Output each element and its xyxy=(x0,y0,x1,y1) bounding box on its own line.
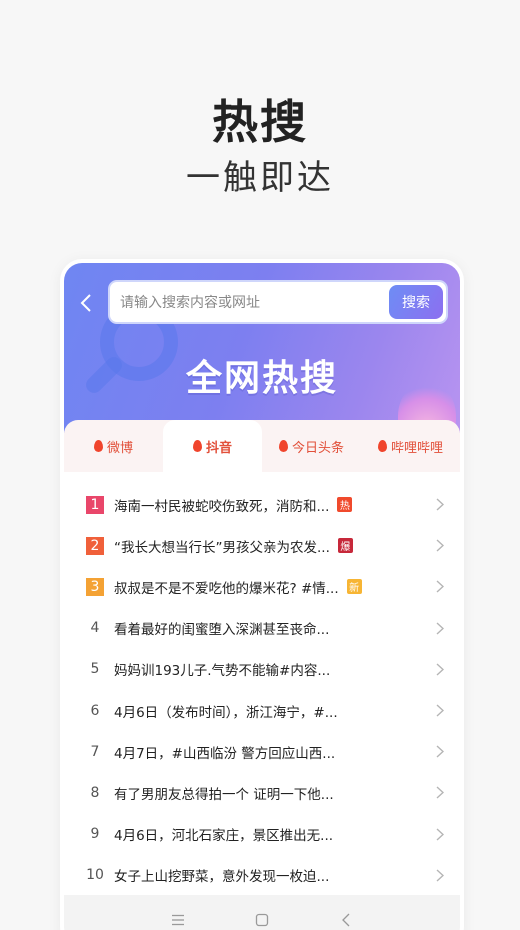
list-item[interactable]: 1 海南一村民被蛇咬伤致死，消防和... 热 xyxy=(64,484,460,525)
hero-subtitle: 一触即达 xyxy=(186,158,334,198)
fire-icon xyxy=(192,440,202,452)
list-item[interactable]: 8 有了男朋友总得拍一个 证明一下他... xyxy=(64,772,460,813)
chevron-right-icon xyxy=(436,869,444,882)
back-icon xyxy=(342,913,350,927)
item-title: “我长大想当行长”男孩父亲为农发... xyxy=(114,539,330,556)
item-title: 有了男朋友总得拍一个 证明一下他... xyxy=(114,786,334,803)
list-item[interactable]: 10 女子上山挖野菜，意外发现一枚迫... xyxy=(64,855,460,896)
list-item[interactable]: 5 妈妈训193儿子.气势不能输#内容... xyxy=(64,649,460,690)
chevron-right-icon xyxy=(436,539,444,552)
hero-title: 热搜 xyxy=(212,95,308,149)
fire-icon xyxy=(377,440,387,452)
system-nav-bar xyxy=(64,895,460,930)
item-title: 4月7日，#山西临汾 警方回应山西... xyxy=(114,745,336,762)
chevron-right-icon xyxy=(436,580,444,593)
rank-number: 2 xyxy=(86,536,104,555)
rank-number: 3 xyxy=(86,577,104,596)
phone-frame: 搜索 全网热搜 微博 抖音 今日头条 哔哩哔哩 1 海南一村民被蛇咬伤致死，消防… xyxy=(60,259,464,930)
chevron-right-icon xyxy=(436,663,444,676)
search-input[interactable] xyxy=(120,292,380,314)
rank-number: 9 xyxy=(90,826,100,843)
item-title: 4月6日（发布时间），浙江海宁，#... xyxy=(114,704,338,721)
menu-icon xyxy=(172,914,184,926)
search-bar: 搜索 xyxy=(108,280,448,324)
chevron-left-icon xyxy=(80,294,91,312)
source-tabs: 微博 抖音 今日头条 哔哩哔哩 xyxy=(64,420,460,472)
list-item[interactable]: 3 叔叔是不是不爱吃他的爆米花? #情... 新 xyxy=(64,566,460,607)
tab-label: 今日头条 xyxy=(291,440,344,456)
tab-bilibili[interactable]: 哔哩哔哩 xyxy=(361,420,460,472)
list-item[interactable]: 2 “我长大想当行长”男孩父亲为农发... 爆 xyxy=(64,525,460,566)
tab-label: 抖音 xyxy=(205,440,232,456)
chevron-right-icon xyxy=(436,786,444,799)
rank-number: 10 xyxy=(86,867,104,884)
nav-home-button[interactable] xyxy=(252,910,272,930)
rank-number: 6 xyxy=(90,702,100,719)
banner-title: 全网热搜 xyxy=(185,358,338,399)
new-badge: 新 xyxy=(346,579,362,595)
item-title: 妈妈训193儿子.气势不能输#内容... xyxy=(114,663,331,680)
chevron-right-icon xyxy=(436,827,444,841)
item-title: 4月6日，河北石家庄，景区推出无... xyxy=(114,828,334,845)
tab-toutiao[interactable]: 今日头条 xyxy=(262,420,361,472)
item-title: 海南一村民被蛇咬伤致死，消防和... xyxy=(114,498,330,515)
tab-label: 哔哩哔哩 xyxy=(390,440,443,456)
item-title: 叔叔是不是不爱吃他的爆米花? #情... xyxy=(114,580,339,597)
boom-badge: 爆 xyxy=(337,538,353,554)
search-button[interactable]: 搜索 xyxy=(389,285,443,319)
rank-number: 8 xyxy=(90,784,100,801)
fire-icon xyxy=(93,440,103,452)
hot-search-list: 1 海南一村民被蛇咬伤致死，消防和... 热 2 “我长大想当行长”男孩父亲为农… xyxy=(64,484,460,896)
chevron-right-icon xyxy=(436,745,444,758)
item-title: 女子上山挖野菜，意外发现一枚迫... xyxy=(114,869,330,886)
rank-number: 5 xyxy=(90,661,100,678)
tab-label: 微博 xyxy=(106,440,133,456)
list-item[interactable]: 9 4月6日，河北石家庄，景区推出无... xyxy=(64,814,460,855)
back-button[interactable] xyxy=(74,289,98,317)
tab-weibo[interactable]: 微博 xyxy=(64,420,163,472)
hot-search-banner: 搜索 全网热搜 xyxy=(64,263,460,433)
list-item[interactable]: 7 4月7日，#山西临汾 警方回应山西... xyxy=(64,731,460,772)
rank-number: 1 xyxy=(86,495,104,514)
rank-number: 7 xyxy=(90,743,100,760)
fire-icon xyxy=(278,440,288,452)
rank-number: 4 xyxy=(90,620,100,637)
list-item[interactable]: 4 看着最好的闺蜜堕入深渊甚至丧命... xyxy=(64,608,460,649)
tab-douyin[interactable]: 抖音 xyxy=(163,420,262,472)
list-item[interactable]: 6 4月6日（发布时间），浙江海宁，#... xyxy=(64,690,460,731)
hot-badge: 热 xyxy=(337,497,353,513)
home-icon xyxy=(255,913,269,927)
nav-menu-button[interactable] xyxy=(168,910,188,930)
chevron-right-icon xyxy=(436,704,444,717)
chevron-right-icon xyxy=(436,622,444,635)
item-title: 看着最好的闺蜜堕入深渊甚至丧命... xyxy=(114,622,330,639)
nav-back-button[interactable] xyxy=(336,910,356,930)
chevron-right-icon xyxy=(436,498,444,511)
